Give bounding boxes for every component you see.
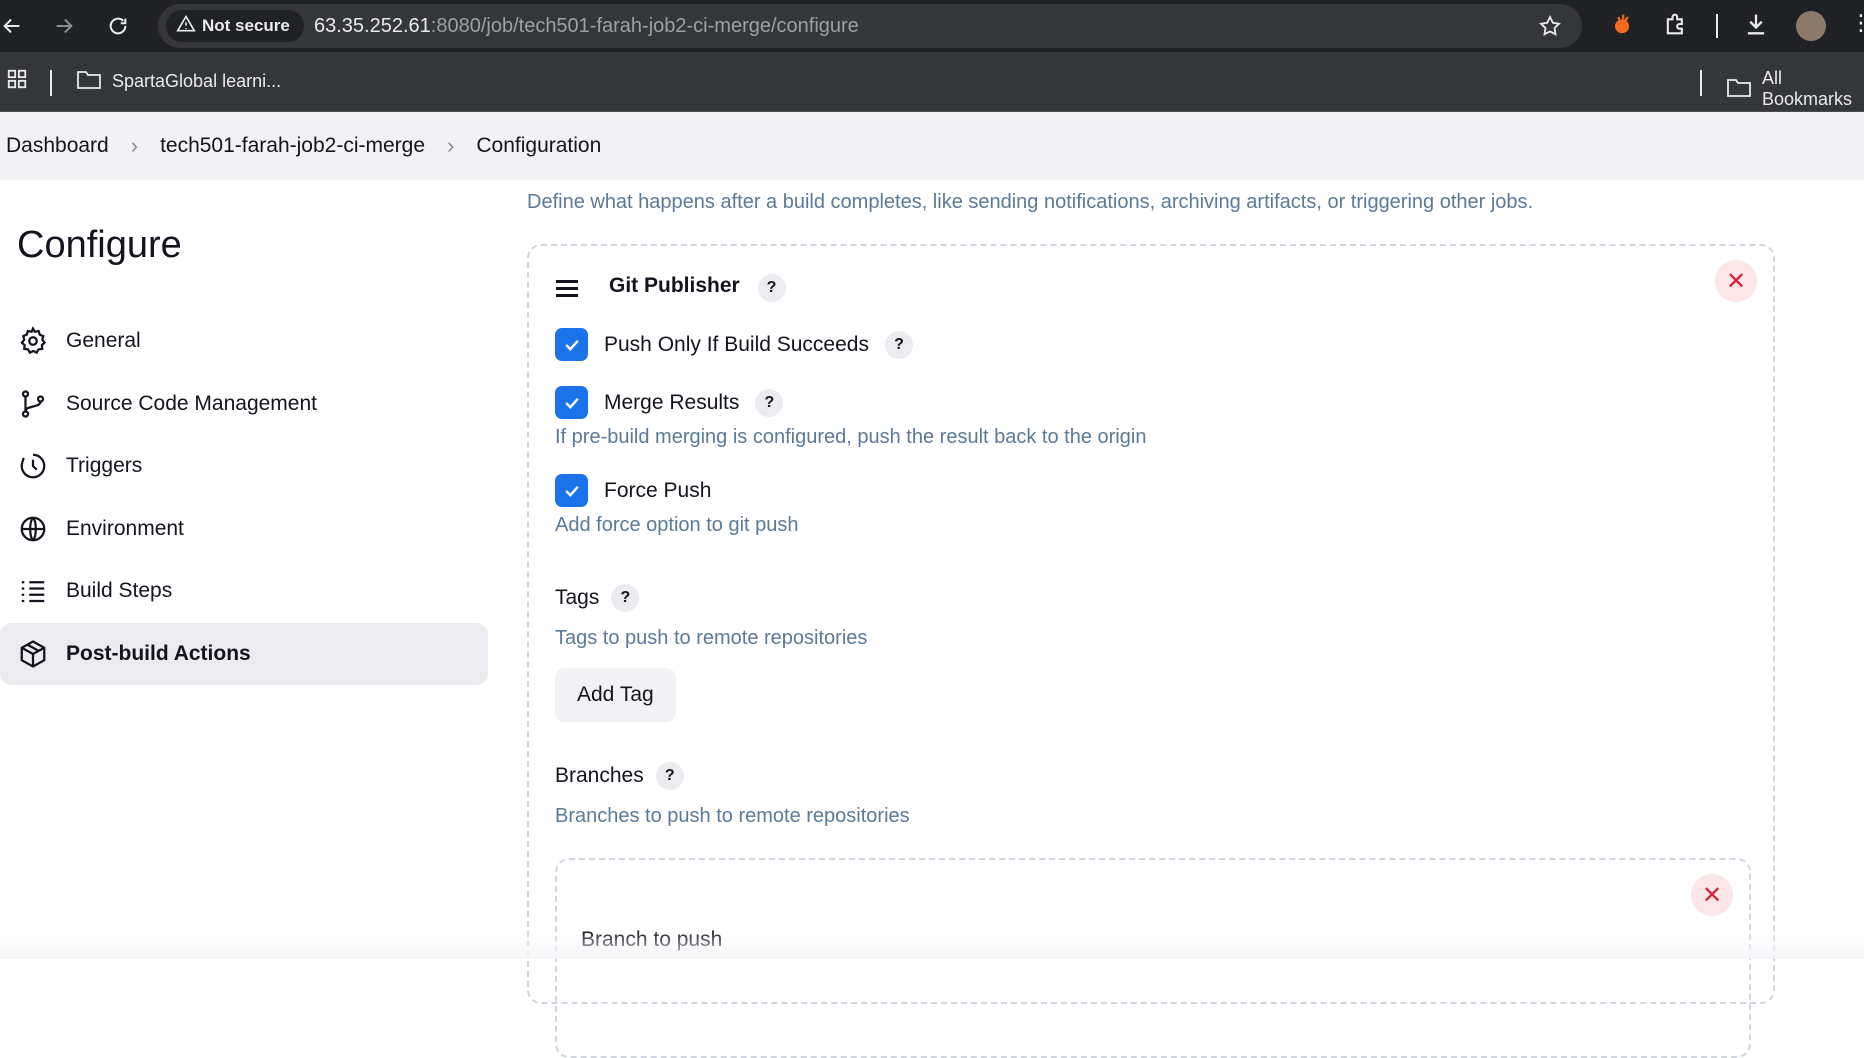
breadcrumb-job[interactable]: tech501-farah-job2-ci-merge (160, 134, 425, 158)
tags-description: Tags to push to remote repositories (555, 627, 868, 649)
help-icon[interactable]: ? (884, 330, 913, 359)
sidebar-item-label: Post-build Actions (66, 641, 251, 665)
help-icon[interactable]: ? (655, 762, 684, 790)
branches-description: Branches to push to remote repositories (555, 805, 910, 827)
back-arrow-icon[interactable] (0, 10, 28, 42)
sidebar-nav: General Source Code Management Triggers … (0, 310, 488, 686)
sidebar-item-post-build-actions[interactable]: Post-build Actions (0, 622, 488, 685)
merge-results-description: If pre-build merging is configured, push… (555, 426, 1147, 448)
checkmark-icon (564, 485, 579, 497)
sidebar-item-label: Source Code Management (66, 391, 317, 415)
checkbox-label: Force Push (604, 478, 712, 502)
sidebar-item-label: Triggers (66, 454, 143, 478)
reload-icon[interactable] (102, 10, 134, 42)
checkbox-label: Push Only If Build Succeeds (604, 332, 869, 356)
chevron-right-icon: › (447, 133, 455, 158)
bookmark-separator (50, 70, 52, 96)
breadcrumb: Dashboard › tech501-farah-job2-ci-merge … (0, 112, 1864, 180)
breadcrumb-configuration[interactable]: Configuration (476, 134, 601, 158)
security-label: Not secure (202, 16, 290, 35)
gear-icon (20, 326, 47, 355)
checkmark-icon (564, 339, 579, 351)
branches-label: Branches (555, 764, 644, 787)
chevron-right-icon: › (130, 133, 139, 158)
branches-label-row: Branches ? (555, 762, 684, 790)
page-title: Configure (17, 224, 182, 266)
toolbar-divider (1716, 14, 1718, 38)
url-text[interactable]: 63.35.252.61:8080/job/tech501-farah-job2… (314, 15, 859, 38)
checkbox-label: Merge Results (604, 390, 740, 414)
drag-handle-icon[interactable] (556, 280, 578, 301)
bookmark-label: All Bookmarks (1762, 68, 1853, 109)
merge-results-row: Merge Results ? (555, 386, 784, 419)
apps-grid-icon[interactable] (6, 68, 28, 90)
branch-entry-card: ✕ (555, 858, 1751, 1058)
browser-toolbar: Not secure 63.35.252.61:8080/job/tech501… (0, 0, 1864, 52)
bookmark-label: SpartaGlobal learni... (112, 71, 282, 91)
warning-triangle-icon (176, 14, 196, 39)
force-push-description: Add force option to git push (555, 514, 799, 536)
help-icon[interactable]: ? (611, 584, 640, 612)
bookmark-folder-spartaglobal[interactable]: SpartaGlobal learni... (76, 68, 281, 95)
branch-to-push-label: Branch to push (581, 928, 723, 951)
remove-branch-button[interactable]: ✕ (1691, 874, 1733, 916)
git-publisher-title: Git Publisher (609, 274, 740, 297)
forward-arrow-icon[interactable] (48, 10, 80, 42)
merge-results-checkbox[interactable] (555, 386, 588, 419)
sidebar-item-triggers[interactable]: Triggers (0, 435, 488, 497)
extension-icon[interactable] (1608, 10, 1636, 43)
remove-publisher-button[interactable]: ✕ (1715, 260, 1757, 302)
help-icon[interactable]: ? (757, 274, 786, 302)
close-icon: ✕ (1725, 267, 1747, 295)
sidebar-item-general[interactable]: General (0, 310, 488, 372)
bookmark-separator (1700, 70, 1702, 96)
all-bookmarks-folder[interactable]: All Bookmarks (1726, 68, 1864, 110)
bookmarks-bar: SpartaGlobal learni... All Bookmarks (0, 52, 1864, 112)
security-chip[interactable]: Not secure (166, 10, 304, 42)
add-tag-button[interactable]: Add Tag (555, 668, 676, 722)
checkmark-icon (564, 397, 579, 409)
sidebar-item-label: General (66, 329, 141, 352)
tags-label: Tags (555, 586, 600, 609)
git-publisher-card: Git Publisher ? ✕ Push Only If Build Suc… (527, 244, 1775, 1058)
help-icon[interactable]: ? (755, 388, 784, 417)
section-description: Define what happens after a build comple… (527, 191, 1534, 213)
breadcrumb-dashboard[interactable]: Dashboard (6, 134, 109, 158)
card-title: Git Publisher ? (609, 274, 786, 302)
sidebar-item-build-steps[interactable]: Build Steps (0, 560, 488, 622)
sidebar-item-source-code-management[interactable]: Source Code Management (0, 373, 488, 435)
push-only-if-success-row: Push Only If Build Succeeds ? (555, 328, 913, 361)
puzzle-extensions-icon[interactable] (1662, 10, 1690, 43)
folder-icon (76, 68, 102, 95)
close-icon: ✕ (1701, 881, 1723, 909)
sidebar-item-environment[interactable]: Environment (0, 498, 488, 560)
bookmark-star-icon[interactable] (1538, 14, 1562, 43)
more-menu-icon[interactable]: ⋮ (1850, 10, 1864, 36)
package-icon (20, 640, 46, 668)
url-host: 63.35.252.61 (314, 15, 431, 37)
git-branch-icon (21, 389, 45, 418)
globe-icon (20, 516, 46, 542)
url-path: :8080/job/tech501-farah-job2-ci-merge/co… (430, 15, 859, 37)
list-icon (21, 581, 45, 603)
sidebar-item-label: Environment (66, 516, 184, 540)
force-push-row: Force Push (555, 474, 711, 507)
force-push-checkbox[interactable] (555, 474, 588, 507)
address-bar[interactable]: Not secure 63.35.252.61:8080/job/tech501… (158, 4, 1582, 48)
folder-icon (1726, 76, 1752, 103)
profile-avatar[interactable] (1796, 11, 1826, 41)
tags-label-row: Tags ? (555, 584, 640, 612)
sidebar-item-label: Build Steps (66, 579, 173, 603)
clock-icon (20, 453, 46, 479)
download-icon[interactable] (1742, 10, 1770, 43)
push-only-if-success-checkbox[interactable] (555, 328, 588, 361)
